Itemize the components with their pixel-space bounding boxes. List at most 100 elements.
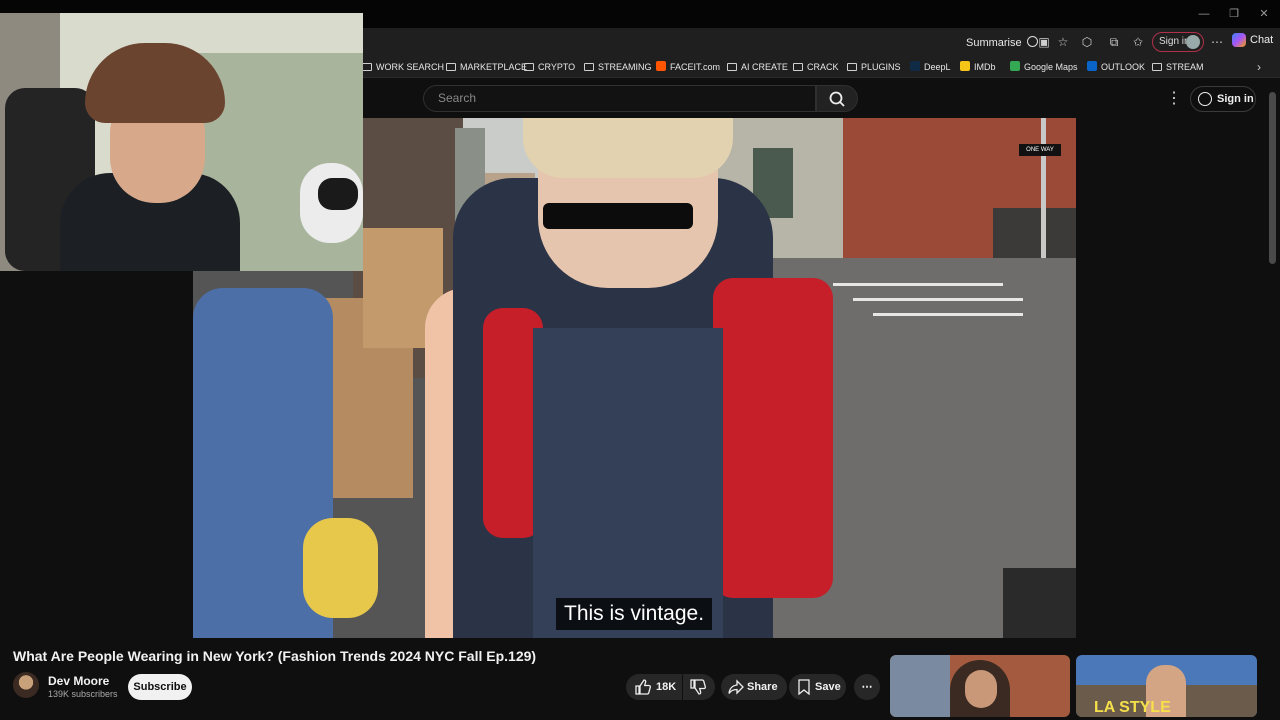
bookmark-marketplace[interactable]: MARKETPLACE [446, 59, 527, 75]
summarise-label: Summarise [966, 37, 1022, 49]
minimize-icon[interactable]: — [1196, 6, 1212, 22]
sunglasses [543, 203, 693, 229]
bookmark-crack[interactable]: CRACK [793, 59, 839, 75]
bookmark-label: FACEIT.com [670, 62, 721, 72]
outlook-icon [1087, 61, 1097, 71]
recommended-thumbnail-2[interactable]: LA STYLE [1076, 655, 1257, 717]
dislike-button[interactable] [683, 674, 715, 700]
thumb-street [890, 655, 950, 717]
bookmark-label: STREAM [1166, 62, 1204, 72]
bookmark-icon [798, 679, 810, 695]
like-count: 18K [656, 681, 677, 693]
video-title: What Are People Wearing in New York? (Fa… [13, 648, 537, 664]
bookmark-plugins[interactable]: PLUGINS [847, 59, 901, 75]
account-icon [1198, 92, 1212, 106]
denim-top [533, 328, 723, 638]
reader-mode-icon[interactable]: ▣ [1037, 35, 1051, 49]
thumbs-up-icon [635, 679, 651, 695]
folder-icon [727, 63, 737, 71]
bookmark-streaming[interactable]: STREAMING [584, 59, 652, 75]
share-icon [728, 679, 744, 695]
bookmark-label: Google Maps [1024, 62, 1078, 72]
share-label: Share [747, 681, 778, 693]
bookmark-work-search[interactable]: WORK SEARCH [362, 59, 444, 75]
chat-label: Chat [1250, 33, 1274, 46]
folder-icon [362, 63, 372, 71]
one-way-sign: ONE WAY [1019, 144, 1061, 156]
close-window-icon[interactable]: ✕ [1256, 6, 1272, 22]
folder-icon [1152, 63, 1162, 71]
bookmark-crypto[interactable]: CRYPTO [524, 59, 575, 75]
bookmark-ai-create[interactable]: AI CREATE [727, 59, 788, 75]
favorite-star-icon[interactable]: ☆ [1056, 35, 1070, 49]
summarise-button[interactable]: Summarise [966, 36, 1038, 49]
bookmark-label: IMDb [974, 62, 996, 72]
restore-icon[interactable]: ❐ [1226, 6, 1242, 22]
crosswalk-line [833, 283, 1003, 286]
browser-signin-label: Sign in [1159, 36, 1190, 47]
bookmark-label: STREAMING [598, 62, 652, 72]
more-actions-icon: ⋯ [861, 681, 873, 693]
scrollbar-thumb[interactable] [1269, 92, 1276, 264]
browser-signin-button[interactable]: Sign in [1152, 32, 1204, 52]
bookmark-stream[interactable]: STREAM [1152, 59, 1204, 75]
video-caption: This is vintage. [556, 598, 713, 630]
copilot-icon [1232, 33, 1246, 47]
folder-icon [793, 63, 803, 71]
red-puffer-right [713, 278, 833, 598]
bookmark-label: WORK SEARCH [376, 62, 445, 72]
search-input[interactable]: Search [423, 85, 816, 112]
thumb-face [965, 670, 997, 708]
bookmark-imdb[interactable]: IMDb [960, 59, 996, 75]
faceit-icon [656, 61, 666, 71]
bookmark-label: CRACK [807, 62, 839, 72]
deepl-icon [910, 61, 920, 71]
channel-name[interactable]: Dev Moore [48, 674, 109, 688]
extensions-icon[interactable]: ⬡ [1080, 35, 1094, 49]
bookmarks-overflow-icon[interactable]: › [1252, 60, 1266, 74]
search-icon [829, 91, 845, 107]
grate [1003, 568, 1076, 638]
bookmark-label: CRYPTO [538, 62, 576, 72]
folder-icon [524, 63, 534, 71]
more-actions-button[interactable]: ⋯ [854, 674, 880, 700]
thumbs-down-icon [690, 679, 706, 695]
subscribe-button[interactable]: Subscribe [128, 674, 192, 700]
youtube-signin-label: Sign in [1217, 93, 1254, 105]
bookmark-outlook[interactable]: OUTLOOK [1087, 59, 1145, 75]
bookmark-label: OUTLOOK [1101, 62, 1146, 72]
google-maps-icon [1010, 61, 1020, 71]
bookmark-deepl[interactable]: DeepL [910, 59, 951, 75]
search-placeholder: Search [438, 91, 477, 105]
share-button[interactable]: Share [721, 674, 787, 700]
recommended-thumbnail-1[interactable] [890, 655, 1070, 717]
webcam-overlay [0, 13, 363, 271]
bookmark-label: AI CREATE [741, 62, 788, 72]
youtube-signin-button[interactable]: Sign in [1190, 86, 1256, 112]
settings-menu-icon[interactable]: ⋮ [1166, 90, 1182, 108]
subscriber-count: 139K subscribers [48, 689, 118, 699]
save-label: Save [815, 681, 841, 693]
favorites-icon[interactable]: ✩ [1131, 35, 1145, 49]
thumb-title-text: LA STYLE [1094, 699, 1171, 716]
folder-icon [584, 63, 594, 71]
more-menu-icon[interactable]: ⋯ [1210, 35, 1224, 49]
split-screen-icon[interactable]: ⧉ [1107, 35, 1121, 49]
crosswalk-line [873, 313, 1023, 316]
bookmark-label: MARKETPLACE [460, 62, 528, 72]
save-button[interactable]: Save [789, 674, 846, 700]
imdb-icon [960, 61, 970, 71]
bookmark-label: PLUGINS [861, 62, 901, 72]
scarf [303, 518, 378, 618]
bookmark-faceit-com[interactable]: FACEIT.com [656, 59, 720, 75]
channel-avatar[interactable] [13, 672, 39, 698]
search-button[interactable] [816, 85, 858, 112]
blonde-hair [523, 118, 733, 178]
profile-avatar [1186, 35, 1200, 49]
bookmark-google-maps[interactable]: Google Maps [1010, 59, 1078, 75]
like-button[interactable]: 18K [626, 674, 682, 700]
folder-icon [446, 63, 456, 71]
copilot-chat-button[interactable]: Chat [1232, 33, 1273, 47]
crosswalk-line [853, 298, 1023, 301]
bookmark-label: DeepL [924, 62, 951, 72]
